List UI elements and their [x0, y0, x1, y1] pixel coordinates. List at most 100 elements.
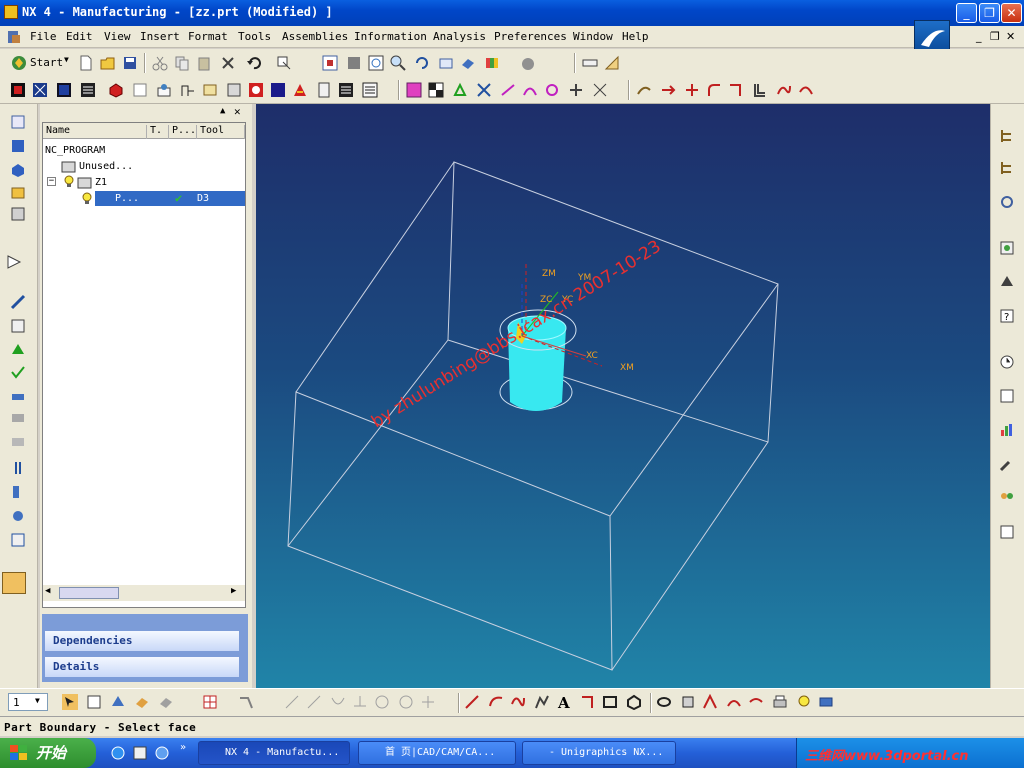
menu-analysis[interactable]: Analysis	[433, 30, 486, 43]
display-toggle-button[interactable]	[2, 572, 26, 594]
shaded-icon[interactable]	[460, 55, 476, 71]
draw-arc-icon[interactable]	[488, 694, 504, 710]
generate-toolpath-icon[interactable]	[248, 82, 264, 98]
tool-left-icon[interactable]	[10, 388, 26, 404]
wire-edm-left-icon[interactable]	[10, 532, 26, 548]
verify-toolpath-icon[interactable]	[292, 82, 308, 98]
layer-dropdown-icon[interactable]: ▼	[35, 696, 40, 705]
offset-icon[interactable]	[752, 82, 768, 98]
extrude-icon[interactable]	[680, 694, 696, 710]
assembly-navigator-icon[interactable]	[10, 114, 26, 130]
bulb-tool-icon[interactable]	[796, 694, 812, 710]
properties-icon[interactable]	[999, 388, 1015, 404]
start-button[interactable]: Start	[30, 56, 63, 69]
snap-tangent-icon[interactable]	[568, 82, 584, 98]
chart-icon[interactable]	[999, 422, 1015, 438]
doc-minimize-button[interactable]: _	[976, 30, 982, 43]
generate-left-icon[interactable]	[10, 342, 26, 358]
desktop-quicklaunch-icon[interactable]	[154, 745, 170, 761]
horizontal-scrollbar[interactable]: ◀ ▶	[43, 585, 245, 601]
tree-icon[interactable]	[999, 128, 1015, 144]
rectangle-icon[interactable]	[602, 694, 618, 710]
clock-icon[interactable]	[999, 354, 1015, 370]
quick-pick-icon[interactable]	[238, 694, 254, 710]
cut-icon[interactable]	[152, 55, 168, 71]
zoom-icon[interactable]	[368, 55, 384, 71]
draw-line-icon[interactable]	[464, 694, 480, 710]
edit-object-icon[interactable]	[10, 318, 26, 334]
palette-icon[interactable]	[999, 240, 1015, 256]
draw-corner-icon[interactable]	[580, 694, 596, 710]
task-nx[interactable]: NX 4 - Manufactu...	[198, 741, 350, 765]
column-toolchange[interactable]: T.	[147, 125, 169, 139]
machine-tool-view-icon[interactable]	[180, 82, 196, 98]
face-select-icon[interactable]	[134, 694, 150, 710]
minimize-button[interactable]: _	[956, 3, 977, 23]
node-z1[interactable]: Z1	[95, 177, 107, 188]
tools-icon[interactable]	[999, 456, 1015, 472]
layer-select[interactable]: 1 ▼	[8, 693, 48, 711]
plus-snap-icon[interactable]	[420, 694, 436, 710]
open-folder-icon[interactable]	[100, 55, 116, 71]
tree2-icon[interactable]	[999, 160, 1015, 176]
spline-icon[interactable]	[798, 82, 814, 98]
operation-navigator-icon[interactable]	[10, 162, 26, 178]
delete-icon[interactable]	[220, 55, 236, 71]
menu-assemblies[interactable]: Assemblies	[282, 30, 348, 43]
doc-close-button[interactable]: ✕	[1006, 30, 1015, 43]
class-select-icon[interactable]	[86, 694, 102, 710]
snap-mid-icon[interactable]	[500, 82, 516, 98]
output-list-icon[interactable]	[362, 82, 378, 98]
create-operation-icon[interactable]	[108, 82, 124, 98]
geometry-view-icon[interactable]	[202, 82, 218, 98]
disabled2-left-icon[interactable]	[10, 434, 26, 450]
snap-control-icon[interactable]	[202, 694, 218, 710]
create-tool-icon[interactable]	[32, 82, 48, 98]
graphics-window[interactable]: ZM YM ZC YC XC XM by zhulunbing@bbs.icax…	[256, 104, 990, 688]
link-icon[interactable]	[999, 194, 1015, 210]
column-name[interactable]: Name	[43, 125, 147, 139]
create-program-icon[interactable]	[10, 82, 26, 98]
menu-edit[interactable]: Edit	[66, 30, 93, 43]
draw-polyline-icon[interactable]	[534, 694, 550, 710]
start-dropdown-icon[interactable]: ▼	[64, 55, 69, 64]
machining-method-view-icon[interactable]	[226, 82, 242, 98]
quicklaunch-more-icon[interactable]: »	[180, 742, 186, 753]
display-mode-icon[interactable]	[520, 55, 536, 71]
trim-icon[interactable]	[660, 82, 676, 98]
create-geometry-icon[interactable]	[56, 82, 72, 98]
select-arrow-icon[interactable]	[6, 254, 22, 270]
magnify-icon[interactable]	[390, 55, 406, 71]
fillet-icon[interactable]	[706, 82, 722, 98]
measure-icon[interactable]	[818, 694, 834, 710]
snap-arc-icon[interactable]	[522, 82, 538, 98]
new-file-icon[interactable]	[78, 55, 94, 71]
snap-intersect-icon[interactable]	[592, 82, 608, 98]
blank-square-icon[interactable]	[999, 524, 1015, 540]
dependencies-panel[interactable]: Dependencies	[44, 630, 240, 652]
nx-menu-icon[interactable]	[6, 29, 22, 45]
perpendicular-icon[interactable]	[352, 694, 368, 710]
edit-curve-icon[interactable]	[776, 82, 792, 98]
task-browser[interactable]: 首 页|CAD/CAM/CA...	[358, 741, 516, 765]
turn-left-icon[interactable]	[10, 508, 26, 524]
create-method-icon[interactable]	[80, 82, 96, 98]
menu-window[interactable]: Window	[573, 30, 613, 43]
extend-icon[interactable]	[684, 82, 700, 98]
task-unigraphics[interactable]: - Unigraphics NX...	[522, 741, 676, 765]
menu-format[interactable]: Format	[188, 30, 228, 43]
drill-left-icon[interactable]	[10, 460, 26, 476]
undo-icon[interactable]	[246, 55, 262, 71]
checker-icon[interactable]	[428, 82, 444, 98]
save-icon[interactable]	[122, 55, 138, 71]
menu-information[interactable]: Information	[354, 30, 427, 43]
orient-view-icon[interactable]	[438, 55, 454, 71]
history-icon[interactable]	[10, 206, 26, 222]
select-filter-icon[interactable]	[276, 55, 292, 71]
node-unused[interactable]: Unused...	[79, 161, 133, 172]
menu-help[interactable]: Help	[622, 30, 649, 43]
snap-center-icon[interactable]	[544, 82, 560, 98]
snap-point-icon[interactable]	[452, 82, 468, 98]
media-quicklaunch-icon[interactable]	[132, 745, 148, 761]
copy-icon[interactable]	[174, 55, 190, 71]
